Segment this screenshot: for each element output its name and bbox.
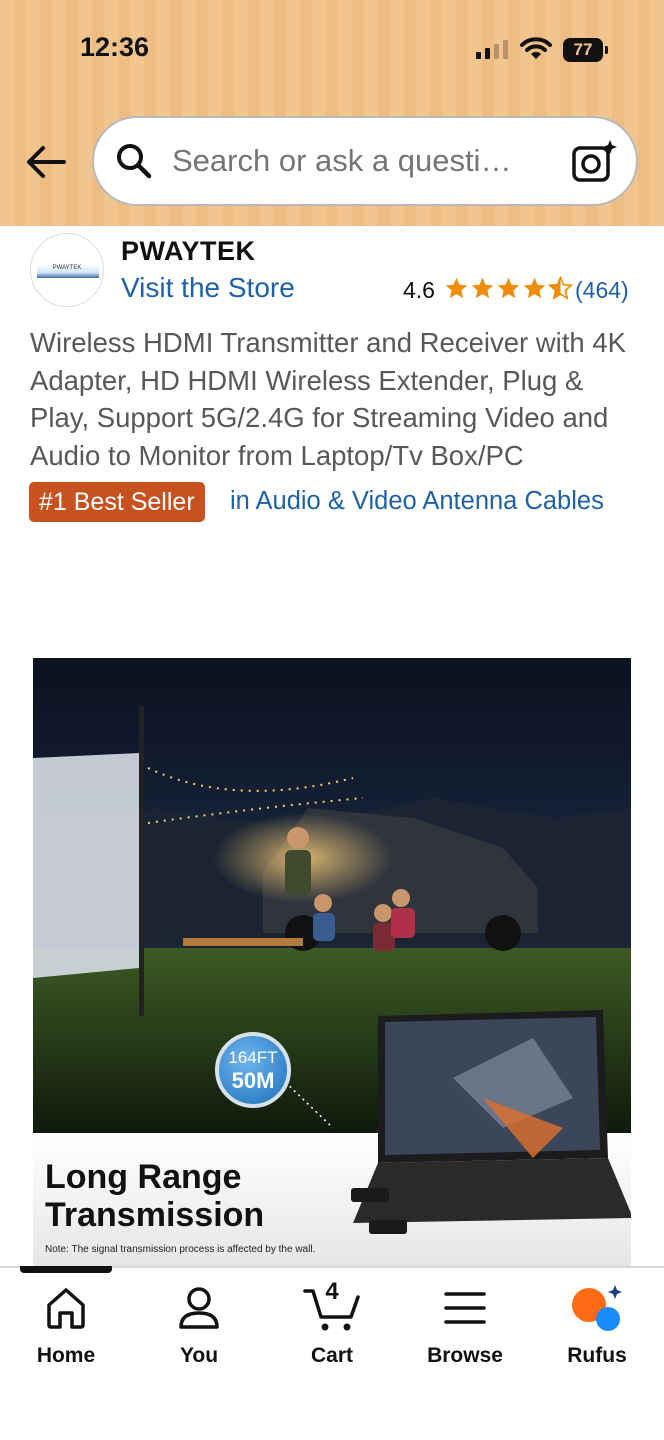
nav-cart[interactable]: 4 Cart — [277, 1278, 387, 1368]
distance-feet: 164FT — [228, 1048, 278, 1067]
back-arrow-icon — [27, 146, 66, 178]
home-icon — [47, 1288, 85, 1329]
visit-store-link[interactable]: Visit the Store — [121, 272, 295, 304]
header: 12:36 77 — [0, 0, 664, 226]
camera-icon[interactable] — [570, 138, 618, 186]
star-icon — [471, 277, 494, 299]
brand-logo[interactable]: PWAYTEK — [30, 233, 104, 307]
image-note: Note: The signal transmission process is… — [45, 1244, 316, 1255]
back-button[interactable] — [22, 140, 70, 184]
star-icon — [497, 277, 520, 299]
best-seller-badge[interactable]: #1 Best Seller — [29, 482, 205, 522]
battery-icon: 77 — [563, 38, 608, 62]
distance-meters: 50M — [231, 1068, 275, 1093]
person-icon — [179, 1287, 219, 1329]
active-tab-indicator — [20, 1266, 112, 1273]
search-bar[interactable] — [92, 116, 638, 206]
brand-name: PWAYTEK — [121, 236, 256, 266]
search-input[interactable] — [172, 143, 534, 179]
rating-value: 4.6 — [403, 277, 435, 303]
nav-browse-label: Browse — [427, 1344, 503, 1367]
wifi-icon — [520, 37, 552, 59]
image-headline-line-2: Transmission — [45, 1196, 265, 1234]
star-icon — [523, 277, 546, 299]
nav-you-label: You — [179, 1344, 219, 1367]
half-star-icon — [548, 276, 573, 300]
nav-you[interactable]: You — [144, 1282, 254, 1368]
cart-count: 4 — [325, 1278, 339, 1305]
rating-stars[interactable] — [444, 276, 573, 301]
star-icon — [445, 277, 468, 299]
search-icon[interactable] — [114, 141, 154, 181]
image-headline-line-1: Long Range — [45, 1158, 242, 1196]
cellular-signal-icon — [476, 40, 508, 59]
nav-rufus-label: Rufus — [567, 1344, 627, 1367]
status-time: 12:36 — [80, 32, 150, 62]
nav-home-label: Home — [36, 1344, 96, 1367]
product-title: Wireless HDMI Transmitter and Receiver w… — [30, 327, 626, 471]
nav-rufus[interactable]: Rufus — [542, 1282, 652, 1368]
image-headline: Long Range Transmission — [45, 1158, 264, 1234]
brand-logo-text: PWAYTEK — [52, 265, 82, 271]
nav-home[interactable]: Home — [11, 1282, 121, 1368]
best-seller-category-link[interactable]: in Audio & Video Antenna Cables — [230, 487, 604, 516]
nav-browse[interactable]: Browse — [410, 1282, 520, 1368]
product-image[interactable]: 164FT 50M Long Range Transmission Note: … — [33, 658, 631, 1266]
rufus-icon — [572, 1285, 622, 1331]
menu-icon — [444, 1292, 486, 1324]
review-count-link[interactable]: (464) — [575, 277, 629, 304]
distance-badge: 164FT 50M — [215, 1032, 291, 1108]
nav-cart-label: Cart — [310, 1344, 353, 1367]
